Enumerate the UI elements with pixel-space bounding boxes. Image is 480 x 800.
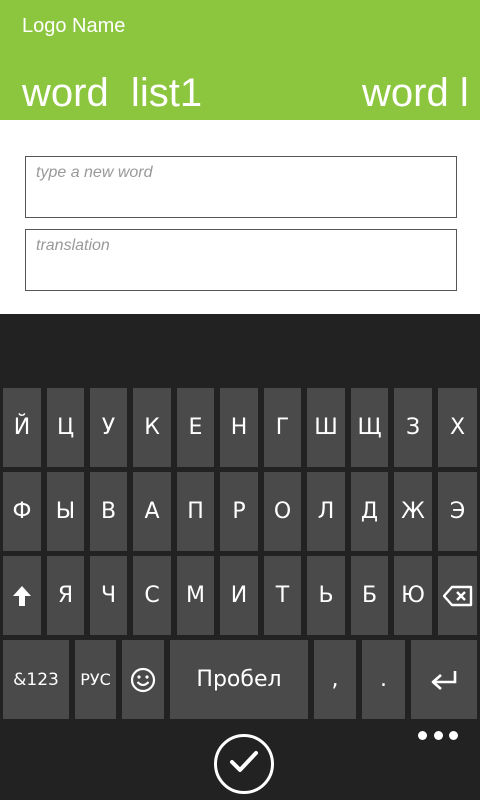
enter-key[interactable]	[411, 640, 477, 719]
enter-arrow-icon	[430, 669, 458, 691]
key-row3[interactable]: Ю	[394, 556, 432, 635]
key-row2[interactable]: Д	[351, 472, 388, 551]
key-row2[interactable]: В	[90, 472, 127, 551]
dot	[449, 730, 458, 740]
key-row1[interactable]: Щ	[351, 388, 388, 467]
language-key[interactable]: РУС	[75, 640, 116, 719]
pivot-item-word-list1[interactable]: word list1	[22, 68, 202, 118]
shift-arrow-icon	[12, 585, 32, 607]
key-row1[interactable]: Х	[438, 388, 477, 467]
key-row1[interactable]: Г	[264, 388, 301, 467]
app-logo: Logo Name	[22, 15, 126, 37]
key-row1[interactable]: Н	[220, 388, 258, 467]
word-form	[0, 120, 480, 314]
translation-field[interactable]	[25, 229, 457, 291]
translation-input[interactable]	[26, 230, 456, 290]
symbols-key[interactable]: &123	[3, 640, 69, 719]
on-screen-keyboard: Й Ц У К Е Н Г Ш Щ З Х Ф Ы В А П Р О Л Д …	[0, 314, 480, 800]
smiley-icon	[130, 667, 156, 693]
key-row2[interactable]: А	[133, 472, 171, 551]
key-row2[interactable]: Л	[307, 472, 345, 551]
dot	[418, 730, 427, 740]
app-header: Logo Name word list1 word l	[0, 0, 480, 120]
key-row2[interactable]: Ы	[47, 472, 84, 551]
key-row1[interactable]: Ц	[47, 388, 84, 467]
new-word-input[interactable]	[26, 157, 456, 217]
emoji-key[interactable]	[122, 640, 164, 719]
key-row3[interactable]: М	[177, 556, 214, 635]
comma-key[interactable]: ,	[314, 640, 356, 719]
key-row3[interactable]: И	[220, 556, 258, 635]
key-row3[interactable]: Ь	[307, 556, 345, 635]
key-row2[interactable]: О	[264, 472, 301, 551]
key-row3[interactable]: Б	[351, 556, 388, 635]
key-row2[interactable]: Р	[220, 472, 258, 551]
backspace-icon	[442, 585, 473, 607]
key-row1[interactable]: Е	[177, 388, 214, 467]
key-row3[interactable]: С	[133, 556, 171, 635]
key-row2[interactable]: П	[177, 472, 214, 551]
backspace-key[interactable]	[438, 556, 477, 635]
key-row3[interactable]: Я	[47, 556, 84, 635]
key-row3[interactable]: Ч	[90, 556, 127, 635]
shift-key[interactable]	[3, 556, 41, 635]
key-row2[interactable]: Ф	[3, 472, 41, 551]
new-word-field[interactable]	[25, 156, 457, 218]
key-row1[interactable]: К	[133, 388, 171, 467]
key-row2[interactable]: Ж	[394, 472, 432, 551]
checkmark-icon	[229, 750, 259, 778]
key-row1[interactable]: Ш	[307, 388, 345, 467]
key-row2[interactable]: Э	[438, 472, 477, 551]
confirm-button[interactable]	[214, 734, 274, 794]
key-row1[interactable]: Й	[3, 388, 41, 467]
dot	[433, 730, 443, 740]
period-key[interactable]: .	[362, 640, 405, 719]
key-row3[interactable]: Т	[264, 556, 301, 635]
pivot-item-next[interactable]: word l	[362, 68, 469, 118]
key-row1[interactable]: З	[394, 388, 432, 467]
key-row1[interactable]: У	[90, 388, 127, 467]
more-dots-icon[interactable]	[418, 728, 458, 742]
space-key[interactable]: Пробел	[170, 640, 308, 719]
